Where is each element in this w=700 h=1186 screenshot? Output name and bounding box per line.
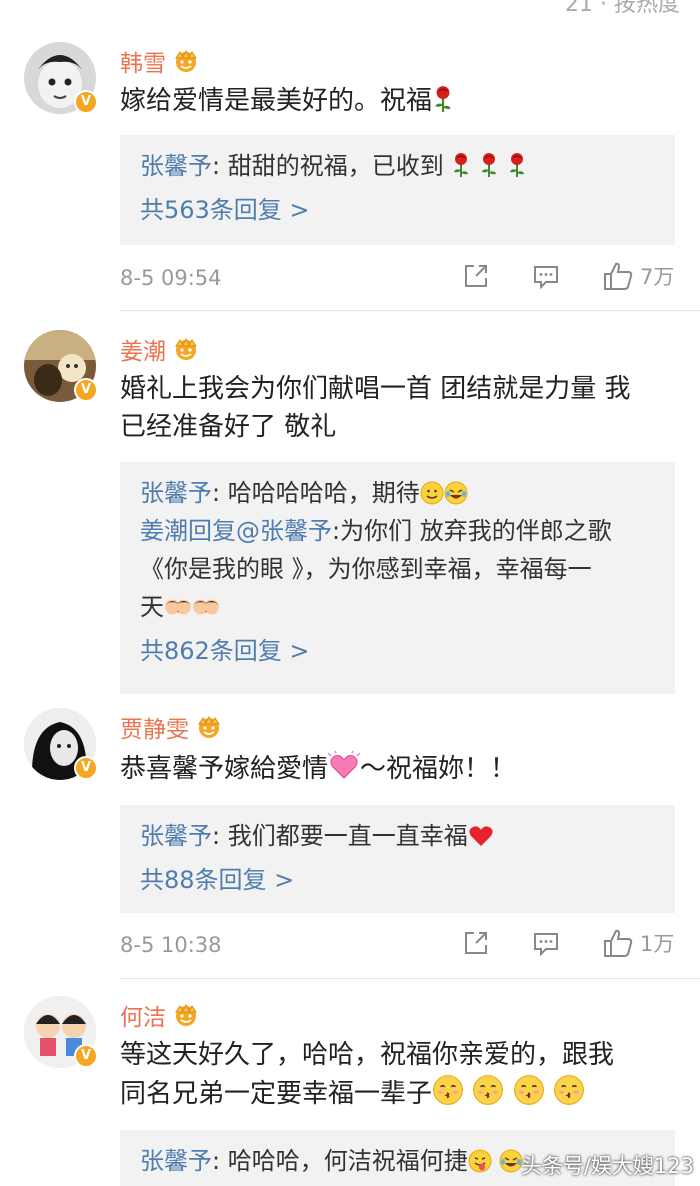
rose-icon [507,152,527,178]
reply-line: 天 [140,588,655,626]
couple-kiss-icon [192,595,220,619]
divider [120,310,700,311]
thumbs-up-icon [602,260,634,292]
kiss-icon [472,1074,504,1106]
author-name[interactable]: 何洁 [120,998,166,1032]
verified-badge-icon: V [74,378,98,402]
share-icon[interactable] [462,262,490,290]
more-replies-link[interactable]: 共88条回复 > [140,861,655,899]
reply-username[interactable]: 张馨予 [140,152,212,180]
rose-icon [432,85,454,113]
crown-icon [172,49,200,73]
reply-username[interactable]: 姜潮回复@张馨予 [140,517,332,545]
rose-icon [451,152,471,178]
comment-time: 8-5 09:54 [120,266,222,290]
sparkling-heart-icon [328,751,360,781]
author-name[interactable]: 姜潮 [120,332,166,366]
crown-icon [172,1003,200,1027]
couple-icon [164,595,192,619]
share-icon[interactable] [462,929,490,957]
reply-line: 张馨予: 甜甜的祝福，已收到 [140,147,655,185]
reply-line: 姜潮回复@张馨予:为你们 放弃我的伴郎之歌 [140,517,612,545]
comment-footer: 8-5 10:38 1万 [120,925,680,965]
verified-badge-icon: V [74,756,98,780]
kiss-icon [553,1074,585,1106]
kiss-icon [432,1074,464,1106]
like-count: 1万 [640,932,675,956]
laugh-cry-icon [444,481,468,505]
more-replies-link[interactable]: 共563条回复 > [140,191,655,229]
crown-icon [195,715,223,739]
comment-text: 恭喜馨予嫁給愛情 ～祝福妳！！ [120,750,676,788]
thumbs-up-icon [602,927,634,959]
verified-badge-icon: V [74,1044,98,1068]
comment-text: 等这天好久了，哈哈，祝福你亲爱的，跟我 同名兄弟一定要幸福一辈子 [120,1040,615,1109]
verified-badge-icon: V [74,90,98,114]
laugh-cry-icon [499,1149,523,1173]
reply-box[interactable]: 张馨予: 我们都要一直一直幸福 共88条回复 > [120,805,675,913]
more-replies-link[interactable]: 共862条回复 > [140,632,655,670]
author-name[interactable]: 韩雪 [120,44,166,78]
comment-footer: 8-5 09:54 7万 [120,258,680,298]
like-count: 7万 [640,265,675,289]
comment-author[interactable]: 何洁 [120,998,200,1032]
top-sort-label[interactable]: 21 · 按热度 [565,0,680,18]
reply-box[interactable]: 张馨予: 哈哈哈哈哈，期待 姜潮回复@张馨予:为你们 放弃我的伴郎之歌 《你是我… [120,462,675,694]
comment-author[interactable]: 姜潮 [120,332,200,366]
heart-icon [468,824,494,848]
reply-line: 《你是我的眼 》，为你感到幸福，幸福每一 [140,555,592,583]
comment-author[interactable]: 韩雪 [120,44,200,78]
crown-icon [172,337,200,361]
author-name[interactable]: 贾静雯 [120,710,189,744]
rose-icon [479,152,499,178]
reply-line: 张馨予: 我们都要一直一直幸福 [140,817,655,855]
watermark: 头条号/娱大嫂123 [520,1154,694,1178]
kiss-icon [513,1074,545,1106]
comment-icon[interactable] [532,262,560,290]
like-button[interactable]: 7万 [602,260,674,292]
reply-username[interactable]: 张馨予 [140,1147,212,1175]
comment-icon[interactable] [532,929,560,957]
comment-time: 8-5 10:38 [120,933,222,957]
divider [120,978,700,979]
reply-username[interactable]: 张馨予 [140,822,212,850]
comment-author[interactable]: 贾静雯 [120,710,223,744]
comment-text: 婚礼上我会为你们献唱一首 团结就是力量 我 已经准备好了 敬礼 [120,374,631,442]
reply-line: 张馨予: 哈哈哈哈哈，期待 [140,474,655,512]
reply-box[interactable]: 张馨予: 甜甜的祝福，已收到 共563条回复 > [120,135,675,245]
like-button[interactable]: 1万 [602,927,674,959]
smile-icon [420,481,444,505]
tongue-out-icon [468,1149,492,1173]
reply-username[interactable]: 张馨予 [140,479,212,507]
comment-text: 嫁给爱情是最美好的。祝福 [120,82,676,120]
